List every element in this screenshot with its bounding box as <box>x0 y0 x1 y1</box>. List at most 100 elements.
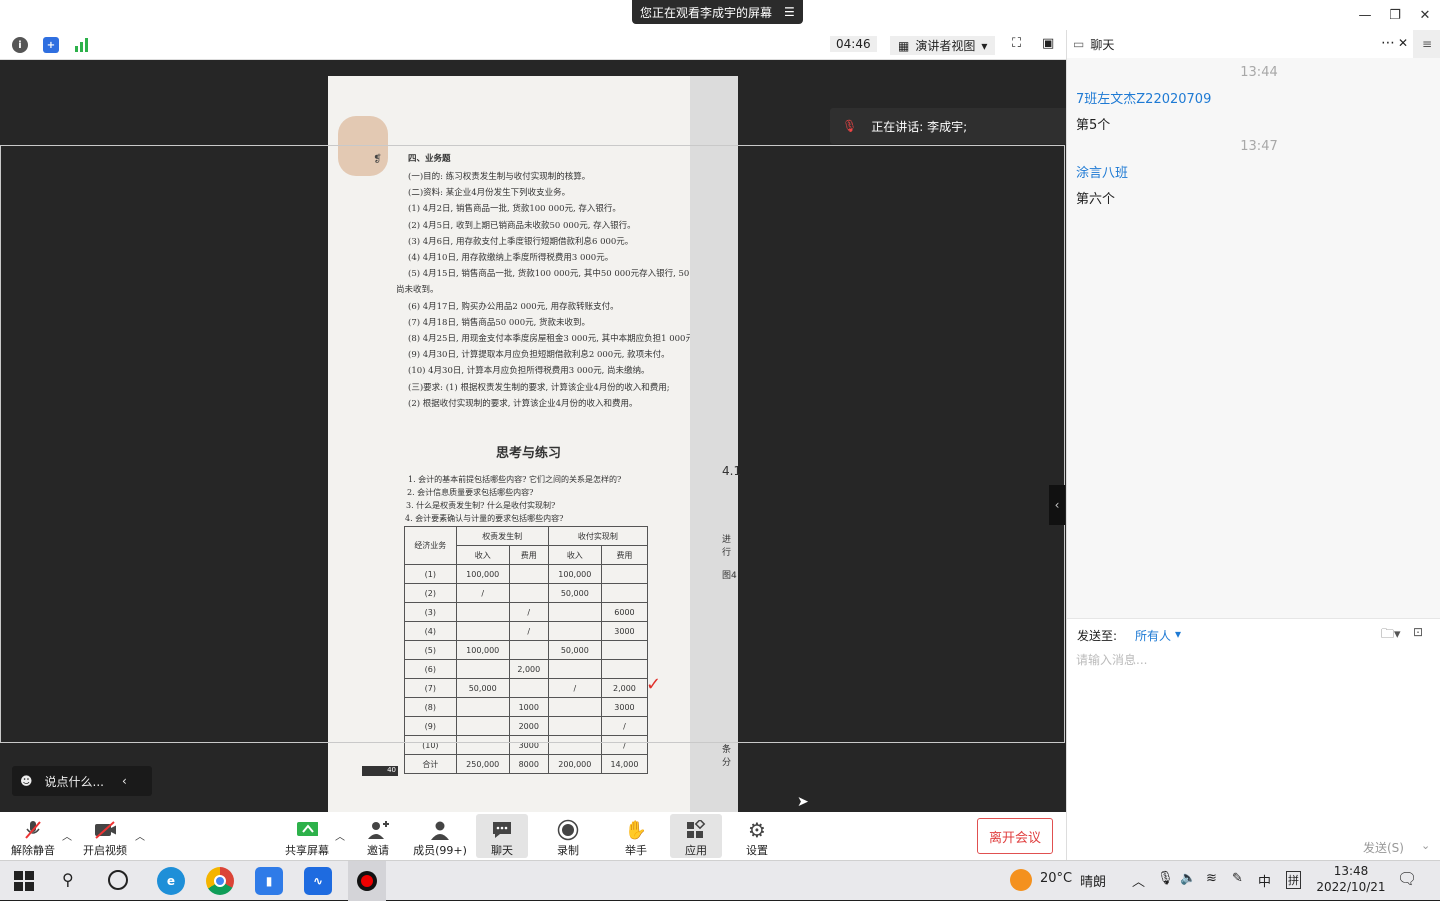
mic-off-icon <box>22 820 44 840</box>
close-icon[interactable]: ✕ <box>1410 4 1440 26</box>
layout-icon[interactable]: ▣ <box>1042 36 1054 51</box>
chat-sender[interactable]: 涂言八班 <box>1076 162 1128 181</box>
fullscreen-icon[interactable]: ⛶ <box>1012 36 1021 51</box>
wifi-icon[interactable]: ≋ <box>1206 871 1217 886</box>
table-cell: 2,000 <box>508 659 549 679</box>
doc-line: (10) 4月30日, 计算本月应负担所得税费用3 000元, 尚未缴纳。 <box>408 366 650 377</box>
shield-icon[interactable]: + <box>43 37 59 53</box>
table-cell <box>600 659 649 679</box>
view-mode-button[interactable]: ▦ 演讲者视图 ▾ <box>890 36 996 55</box>
chevron-up-icon[interactable]: ︿ <box>135 828 145 843</box>
chevron-up-icon[interactable]: ︿ <box>335 828 345 843</box>
chat-button[interactable]: 聊天 <box>476 814 528 858</box>
record-button[interactable]: 录制 <box>552 816 584 858</box>
search-icon[interactable]: ⚲ <box>62 870 74 889</box>
doc-section-title: 四、业务题 <box>408 154 451 164</box>
send-to-select[interactable]: 所有人 ▾ <box>1135 627 1181 644</box>
invite-icon <box>367 820 389 840</box>
volume-icon[interactable]: 🔈 <box>1180 871 1196 886</box>
table-cell: (4) <box>404 621 457 641</box>
ime-lang[interactable]: 中 <box>1258 871 1271 890</box>
chevron-up-icon[interactable]: ︿ <box>1132 871 1145 890</box>
chat-message-input[interactable]: 请输入消息... <box>1076 651 1426 821</box>
share-banner[interactable]: 您正在观看李成宇的屏幕 ☰ <box>632 0 803 24</box>
voov-meeting-icon[interactable]: ∿ <box>304 867 332 895</box>
folder-icon[interactable]: 🗀▾ <box>1381 625 1401 647</box>
apps-icon <box>685 820 707 840</box>
doc-line: (三)要求: (1) 根据权责发生制的要求, 计算该企业4月份的收入和费用; <box>408 382 670 393</box>
list-icon[interactable]: ☰ <box>784 5 795 19</box>
weather-temp[interactable]: 20°C <box>1040 871 1072 886</box>
table-cell <box>508 640 549 660</box>
table-cell <box>547 716 602 736</box>
comment-box[interactable]: ☻ 说点什么... ‹ <box>12 766 152 796</box>
pen-icon[interactable]: ✎ <box>1232 871 1243 886</box>
doc-line: (二)资料: 某企业4月份发生下列收支业务。 <box>408 188 571 199</box>
chevron-up-icon[interactable]: ︿ <box>62 828 72 843</box>
chat-icon: ▭ <box>1073 37 1085 51</box>
doc-line: (6) 4月17日, 购买办公用品2 000元, 用存款转账支付。 <box>408 301 619 312</box>
table-cell <box>547 602 602 622</box>
task-view-icon[interactable] <box>108 870 128 890</box>
table-cell: (10) <box>404 735 457 755</box>
chat-title: 聊天 <box>1090 37 1115 52</box>
table-cell: / <box>508 621 549 641</box>
raise-hand-button[interactable]: ✋ 举手 <box>620 816 652 858</box>
clock[interactable]: 13:48 2022/10/21 <box>1316 864 1386 894</box>
recorder-task-button[interactable] <box>348 861 386 901</box>
collapse-panel-tab[interactable]: ‹ <box>1049 485 1065 525</box>
start-video-button[interactable]: 开启视频 <box>82 816 128 858</box>
minimize-icon[interactable]: — <box>1350 4 1380 26</box>
chevron-left-icon[interactable]: ‹ <box>122 774 127 788</box>
table-row: (1) 100,000 100,000 <box>404 564 649 584</box>
gear-icon: ⚙ <box>748 818 766 842</box>
table-cell: (9) <box>404 716 457 736</box>
members-button[interactable]: 成员(99+) <box>412 816 468 858</box>
table-cell <box>600 640 649 660</box>
close-icon[interactable]: ✕ <box>1398 36 1408 50</box>
unmute-button[interactable]: 解除静音 <box>10 816 56 858</box>
table-cell: 1000 <box>508 697 549 717</box>
table-cell: (5) <box>404 640 457 660</box>
share-screen-button[interactable]: 共享屏幕 <box>284 816 330 858</box>
meeting-timer: 04:46 <box>830 36 877 52</box>
mouse-cursor-icon: ➤ <box>797 794 809 810</box>
table-cell: / <box>547 678 602 698</box>
send-to-label: 发送至: <box>1077 629 1118 643</box>
more-icon[interactable]: ⋯ <box>1381 35 1395 51</box>
notification-icon[interactable]: 🗨 <box>1397 869 1417 888</box>
weather-sun-icon[interactable] <box>1010 869 1032 891</box>
leave-meeting-button[interactable]: 离开会议 <box>977 818 1053 854</box>
chat-sender[interactable]: 7班左文杰Z22020709 <box>1076 88 1211 107</box>
table-cell: 50,000 <box>455 678 510 698</box>
shared-screen-stage: ❡ 四、业务题 (一)目的: 练习权责发生制与收付实现制的核算。 (二)资料: 某… <box>0 60 1074 812</box>
ime-mode[interactable]: 拼 <box>1286 871 1301 889</box>
tencent-meeting-icon[interactable]: ▮ <box>255 867 283 895</box>
chevron-down-icon[interactable]: ⌄ <box>1421 839 1430 852</box>
table-cell: 8000 <box>508 754 549 774</box>
record-icon <box>557 819 579 841</box>
invite-button[interactable]: 邀请 <box>362 816 394 858</box>
chrome-icon[interactable] <box>206 867 234 895</box>
table-subheader: 收入 <box>455 545 510 565</box>
restore-icon[interactable]: ❐ <box>1380 4 1410 26</box>
emoji-icon[interactable]: ☻ <box>20 774 33 788</box>
edge-icon[interactable]: e <box>157 867 185 895</box>
share-screen-icon <box>296 820 318 840</box>
save-chat-icon[interactable]: ⊡ <box>1413 625 1423 639</box>
signal-icon[interactable] <box>74 37 90 53</box>
windows-start-icon[interactable] <box>14 871 34 894</box>
list-icon[interactable]: ≡ <box>1413 30 1440 58</box>
send-to-value: 所有人 <box>1135 629 1172 643</box>
weather-text[interactable]: 晴朗 <box>1080 871 1106 890</box>
chat-header: ▭ 聊天 ⋯ ✕ ≡ <box>1067 30 1440 58</box>
table-row: (2)/ 50,000 <box>404 583 649 603</box>
settings-button[interactable]: ⚙ 设置 <box>741 816 773 858</box>
table-cell: 3000 <box>508 735 549 755</box>
info-icon[interactable]: i <box>12 37 28 53</box>
table-cell <box>600 564 649 584</box>
mic-icon[interactable]: 🎙 <box>1157 871 1174 886</box>
doc-line: (8) 4月25日, 用现金支付本季度房屋租金3 000元, 其中本期应负担1 … <box>408 334 703 344</box>
send-button[interactable]: 发送(S) <box>1363 839 1404 856</box>
apps-button[interactable]: 应用 <box>670 814 722 858</box>
